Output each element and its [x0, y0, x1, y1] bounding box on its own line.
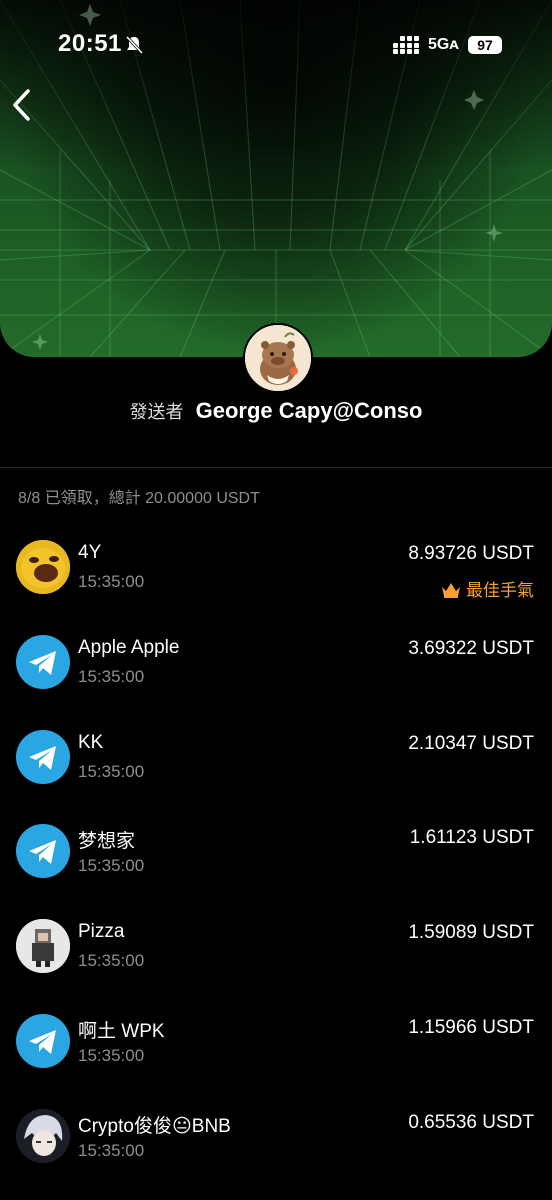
sender-label: 發送者 — [129, 402, 184, 422]
receiver-name: 啊土 WPK — [78, 1020, 165, 1042]
telegram-avatar — [16, 634, 70, 689]
back-chevron-icon[interactable] — [10, 88, 32, 122]
anime-character-icon — [16, 1108, 70, 1163]
receive-amount: 0.65536 USDT — [408, 1111, 534, 1133]
telegram-icon — [29, 745, 56, 770]
receiver-list: 4Y 15:35:00 8.93726 USDT 最佳手氣 Apple Appl… — [0, 520, 552, 1184]
list-item[interactable]: KK 15:35:00 2.10347 USDT — [0, 710, 552, 805]
telegram-avatar — [16, 729, 70, 784]
pixel-avatar — [16, 919, 70, 974]
list-item[interactable]: Apple Apple 15:35:00 3.69322 USDT — [0, 615, 552, 710]
receive-amount: 3.69322 USDT — [408, 637, 534, 659]
telegram-avatar — [16, 1013, 70, 1068]
capybara-icon — [245, 325, 311, 391]
divider — [0, 467, 552, 468]
receive-time: 15:35:00 — [78, 1045, 145, 1065]
telegram-icon — [29, 840, 56, 865]
pixel-character-icon — [16, 919, 70, 974]
receiver-name: Crypto俊俊😐BNB — [78, 1115, 231, 1137]
receiver-name: Pizza — [78, 921, 125, 943]
best-luck-label: 最佳手氣 — [466, 581, 534, 600]
emoji-avatar — [16, 540, 70, 594]
signal-icon — [393, 36, 419, 54]
list-item[interactable]: 梦想家 15:35:00 1.61123 USDT — [0, 804, 552, 899]
receive-time: 15:35:00 — [78, 1140, 145, 1160]
receiver-name: Apple Apple — [78, 636, 180, 658]
bell-muted-icon — [125, 35, 144, 55]
sender-line: 發送者 George Capy@Conso — [0, 398, 552, 424]
status-bar: 20:51 5Gᴀ 97 — [0, 0, 552, 90]
receiver-name: 4Y — [78, 542, 102, 563]
receiver-name: 梦想家 — [78, 831, 136, 853]
receiver-name: KK — [78, 731, 104, 753]
receive-amount: 2.10347 USDT — [408, 732, 534, 754]
network-type: 5Gᴀ — [428, 36, 459, 53]
list-item[interactable]: 4Y 15:35:00 8.93726 USDT 最佳手氣 — [0, 520, 552, 615]
telegram-icon — [29, 650, 56, 675]
receive-amount: 1.15966 USDT — [408, 1016, 534, 1038]
receive-amount: 8.93726 USDT — [408, 543, 534, 564]
face-emoji-icon — [16, 540, 70, 594]
claim-summary: 8/8 已領取，總計 20.00000 USDT — [18, 490, 260, 507]
receive-time: 15:35:00 — [78, 951, 145, 971]
best-luck-badge: 最佳手氣 — [440, 576, 534, 601]
receive-time: 15:35:00 — [78, 666, 145, 686]
receive-time: 15:35:00 — [78, 761, 145, 781]
telegram-icon — [29, 1029, 56, 1054]
sender-avatar — [243, 323, 313, 393]
crown-icon — [442, 583, 460, 598]
battery-indicator: 97 — [468, 36, 502, 54]
receive-time: 15:35:00 — [78, 572, 145, 591]
telegram-avatar — [16, 824, 70, 879]
receive-time: 15:35:00 — [78, 856, 145, 876]
list-item[interactable]: Crypto俊俊😐BNB 15:35:00 0.65536 USDT — [0, 1089, 552, 1184]
receive-amount: 1.61123 USDT — [409, 827, 534, 849]
list-item[interactable]: 啊土 WPK 15:35:00 1.15966 USDT — [0, 994, 552, 1089]
sender-name: George Capy@Conso — [195, 398, 423, 423]
anime-avatar — [16, 1108, 70, 1163]
status-time: 20:51 — [58, 30, 122, 57]
list-item[interactable]: Pizza 15:35:00 1.59089 USDT — [0, 899, 552, 994]
receive-amount: 1.59089 USDT — [408, 922, 534, 944]
